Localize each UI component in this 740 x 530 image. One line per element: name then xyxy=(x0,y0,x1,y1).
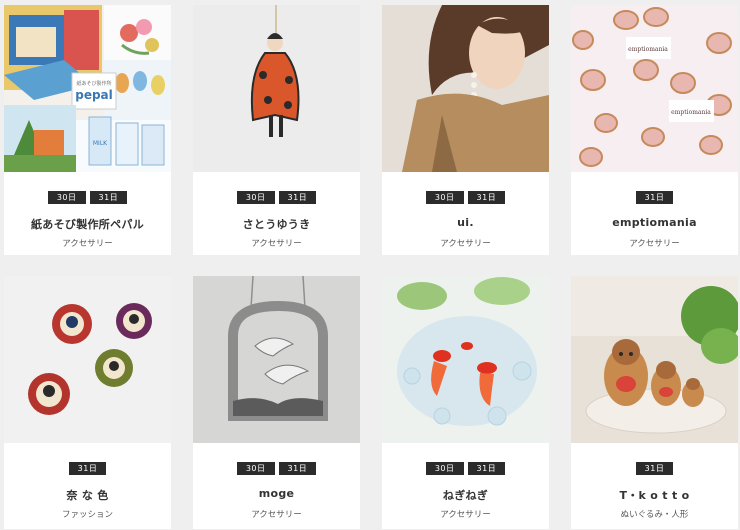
svg-text:pepal: pepal xyxy=(75,88,113,102)
shop-category: アクセサリー xyxy=(62,239,113,249)
event-days: 31日 xyxy=(571,462,738,475)
shop-name[interactable]: 奈 な 色 xyxy=(4,487,171,503)
svg-text:紙あそび製作所: 紙あそび製作所 xyxy=(76,80,111,87)
day-badge: 30日 xyxy=(236,462,275,475)
shop-image[interactable]: emptiomania emptiomania xyxy=(571,5,738,172)
shop-card-neginegi[interactable]: 30日 31日 ねぎねぎ アクセサリー xyxy=(382,276,549,529)
shop-card-moge[interactable]: 30日 31日 moge アクセサリー xyxy=(193,276,360,529)
day-badge: 30日 xyxy=(47,191,86,204)
shop-category: アクセサリー xyxy=(440,510,491,520)
shop-image[interactable]: 紙あそび製作所 pepal MILK xyxy=(4,5,171,172)
shop-image[interactable] xyxy=(4,276,171,443)
svg-text:emptiomania: emptiomania xyxy=(628,46,668,53)
day-badge: 31日 xyxy=(89,191,128,204)
shop-image[interactable] xyxy=(193,5,360,172)
svg-text:emptiomania: emptiomania xyxy=(671,109,711,116)
shop-card-ui[interactable]: 30日 31日 ui. アクセサリー xyxy=(382,5,549,255)
shop-name[interactable]: emptiomania xyxy=(571,216,738,229)
shop-category: アクセサリー xyxy=(440,239,491,249)
event-days: 30日 31日 xyxy=(382,191,549,204)
shop-image[interactable] xyxy=(193,276,360,443)
shop-image[interactable] xyxy=(382,5,549,172)
shop-card-nanairo[interactable]: 31日 奈 な 色 ファッション xyxy=(4,276,171,529)
day-badge: 31日 xyxy=(278,191,317,204)
shop-grid: 紙あそび製作所 pepal MILK 30日 31日 紙あそび製作所ペパル アク… xyxy=(0,0,740,530)
shop-image[interactable] xyxy=(571,276,738,443)
shop-card-satou-yuuki[interactable]: 30日 31日 さとうゆうき アクセサリー xyxy=(193,5,360,255)
shop-name[interactable]: さとうゆうき xyxy=(193,216,360,232)
shop-name[interactable]: moge xyxy=(193,487,360,500)
shop-card-pepal[interactable]: 紙あそび製作所 pepal MILK 30日 31日 紙あそび製作所ペパル アク… xyxy=(4,5,171,255)
shop-name[interactable]: ui. xyxy=(382,216,549,229)
shop-category: アクセサリー xyxy=(629,239,680,249)
event-days: 30日 31日 xyxy=(4,191,171,204)
event-days: 31日 xyxy=(571,191,738,204)
day-badge: 31日 xyxy=(467,462,506,475)
day-badge: 30日 xyxy=(236,191,275,204)
day-badge: 31日 xyxy=(467,191,506,204)
shop-image[interactable] xyxy=(382,276,549,443)
shop-category: ファッション xyxy=(61,510,113,520)
shop-card-tkotto[interactable]: 31日 T・k o t t o ぬいぐるみ・人形 xyxy=(571,276,738,529)
day-badge: 31日 xyxy=(635,191,674,204)
day-badge: 31日 xyxy=(68,462,107,475)
day-badge: 30日 xyxy=(425,191,464,204)
day-badge: 31日 xyxy=(635,462,674,475)
shop-name[interactable]: ねぎねぎ xyxy=(382,487,549,503)
event-days: 30日 31日 xyxy=(193,191,360,204)
event-days: 30日 31日 xyxy=(193,462,360,475)
event-days: 30日 31日 xyxy=(382,462,549,475)
day-badge: 31日 xyxy=(278,462,317,475)
day-badge: 30日 xyxy=(425,462,464,475)
svg-text:MILK: MILK xyxy=(93,140,108,147)
event-days: 31日 xyxy=(4,462,171,475)
shop-category: ぬいぐるみ・人形 xyxy=(620,510,689,520)
shop-category: アクセサリー xyxy=(251,510,302,520)
shop-card-emptiomania[interactable]: emptiomania emptiomania 31日 emptiomania … xyxy=(571,5,738,255)
shop-name[interactable]: T・k o t t o xyxy=(571,487,738,503)
shop-name[interactable]: 紙あそび製作所ペパル xyxy=(4,216,171,232)
shop-category: アクセサリー xyxy=(251,239,302,249)
